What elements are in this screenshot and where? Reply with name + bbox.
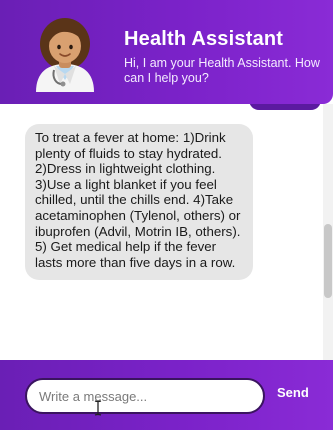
chat-scrollbar[interactable] xyxy=(323,104,333,360)
chat-composer: Send xyxy=(0,360,333,430)
header-title: Health Assistant xyxy=(124,28,284,50)
send-button[interactable]: Send xyxy=(277,385,309,400)
chat-header: Health Assistant Hi, I am your Health As… xyxy=(0,0,333,104)
chat-messages[interactable]: To treat a fever at home: 1)Drink plenty… xyxy=(0,104,333,360)
text-cursor-icon xyxy=(94,400,102,416)
scrollbar-thumb[interactable] xyxy=(324,224,332,298)
chat-app: Health Assistant Hi, I am your Health As… xyxy=(0,0,333,430)
message-input[interactable] xyxy=(25,378,265,414)
doctor-avatar-icon xyxy=(36,18,94,92)
user-message-bubble xyxy=(249,104,321,110)
header-subtitle: Hi, I am your Health Assistant. How can … xyxy=(124,56,320,85)
bot-message-bubble: To treat a fever at home: 1)Drink plenty… xyxy=(25,124,253,281)
